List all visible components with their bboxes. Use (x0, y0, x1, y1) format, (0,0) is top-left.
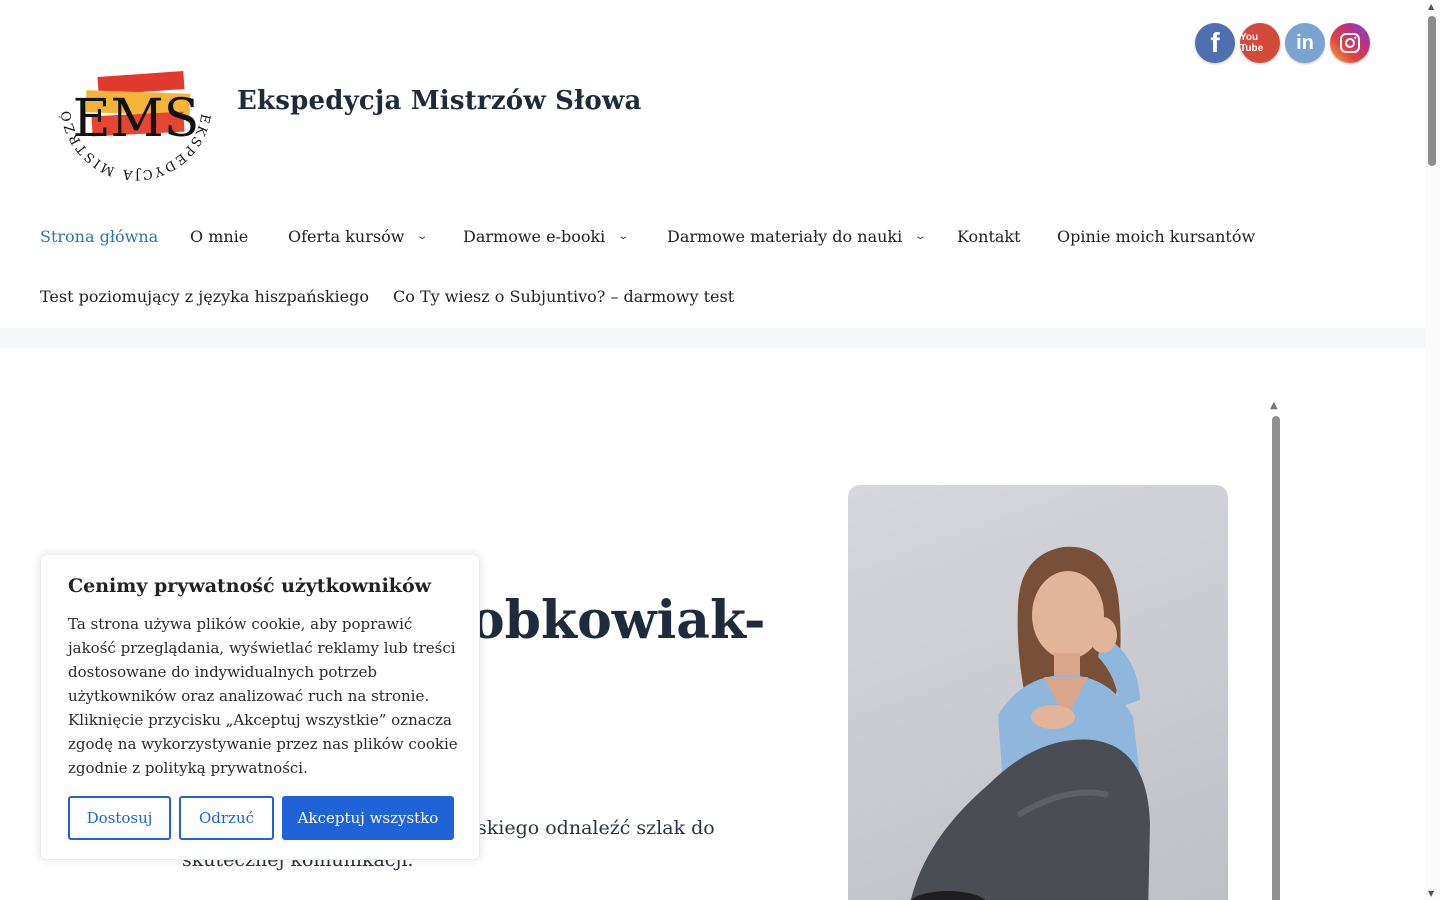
chevron-down-icon: ⌄ (617, 231, 630, 242)
instagram-icon[interactable] (1330, 23, 1370, 63)
accept-all-button[interactable]: Akceptuj wszystko (282, 796, 454, 840)
nav-item-label: Darmowe materiały do nauki (667, 227, 903, 246)
customize-button[interactable]: Dostosuj (68, 796, 171, 840)
cookie-text: Ta strona używa plików cookie, aby popra… (68, 615, 458, 777)
scrollbar-thumb[interactable] (1272, 416, 1280, 900)
nav-item-courses[interactable]: Oferta kursów ⌄ (288, 227, 429, 246)
site-logo[interactable]: EMS EKSPEDYCJA MISTRZÓW SŁOWA (48, 13, 216, 186)
author-photo (848, 485, 1228, 900)
author-photo-illustration (910, 546, 1150, 900)
nav-item-label: Opinie moich kursantów (1057, 227, 1256, 246)
nav-item-label: Strona główna (40, 227, 159, 246)
nav-item-label: O mnie (190, 227, 249, 246)
nav-item-label: Kontakt (957, 227, 1021, 246)
nav-item-testimonials[interactable]: Opinie moich kursantów (1057, 227, 1255, 246)
cookie-title: Cenimy prywatność użytkowników (68, 575, 431, 597)
scroll-up-arrow-icon[interactable]: ▲ (1428, 2, 1434, 11)
site-header: EMS EKSPEDYCJA MISTRZÓW SŁOWA Ekspedycja… (0, 0, 1425, 200)
page-scrollbar[interactable]: ▲ ▼ (1425, 0, 1440, 900)
nav-item-ebooks[interactable]: Darmowe e-booki ⌄ (463, 227, 630, 246)
nav-item-label: Co Ty wiesz o Subjuntivo? – darmowy test (393, 287, 735, 306)
scrollbar-thumb[interactable] (1428, 16, 1436, 166)
nav-item-subjuntivo-test[interactable]: Co Ty wiesz o Subjuntivo? – darmowy test (393, 287, 734, 306)
logo-graphic: EMS EKSPEDYCJA MISTRZÓW SŁOWA (48, 13, 210, 182)
section-divider (0, 328, 1425, 348)
embedded-scrollbar[interactable]: ▲ (1269, 400, 1283, 900)
nav-item-home[interactable]: Strona główna (40, 227, 158, 246)
nav-item-about[interactable]: O mnie (190, 227, 248, 246)
linkedin-icon[interactable]: in (1285, 23, 1325, 63)
logo-monogram: EMS (73, 89, 200, 149)
cookie-consent-dialog: Cenimy prywatność użytkowników Ta strona… (40, 554, 480, 860)
nav-item-materials[interactable]: Darmowe materiały do nauki ⌄ (667, 227, 927, 246)
chevron-down-icon: ⌄ (416, 231, 429, 242)
social-links: f You Tube in (1195, 23, 1370, 63)
nav-item-placement-test[interactable]: Test poziomujący z języka hiszpańskiego (40, 287, 369, 306)
facebook-icon[interactable]: f (1195, 23, 1235, 63)
youtube-icon[interactable]: You Tube (1240, 23, 1280, 63)
chevron-down-icon: ⌄ (914, 231, 927, 242)
scroll-up-arrow-icon[interactable]: ▲ (1270, 400, 1278, 411)
hero-heading: obkowiak- (470, 590, 766, 651)
nav-item-label: Oferta kursów (288, 227, 405, 246)
nav-item-label: Test poziomujący z języka hiszpańskiego (40, 287, 369, 306)
reject-button[interactable]: Odrzuć (179, 796, 274, 840)
scroll-down-arrow-icon[interactable]: ▼ (1428, 889, 1434, 898)
nav-item-label: Darmowe e-booki (463, 227, 606, 246)
nav-item-contact[interactable]: Kontakt (957, 227, 1021, 246)
site-title[interactable]: Ekspedycja Mistrzów Słowa (237, 86, 642, 116)
